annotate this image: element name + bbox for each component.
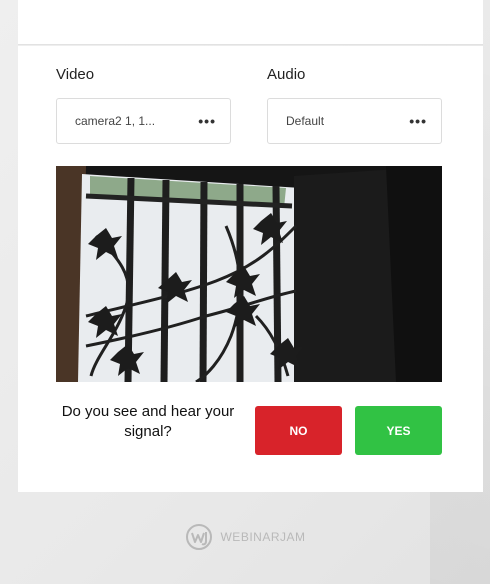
top-panel: [18, 0, 483, 45]
more-icon: •••: [409, 113, 427, 129]
device-check-card: Video Audio camera2 1, 1... ••• Default …: [18, 46, 483, 492]
audio-source-value: Default: [286, 114, 325, 128]
signal-question: Do you see and hear your signal?: [61, 403, 235, 440]
brand-name: WEBINARJAM: [220, 530, 306, 544]
camera-feed-image: [56, 166, 442, 382]
audio-label: Audio: [267, 66, 306, 83]
brand-footer: WEBINARJAM: [0, 522, 490, 552]
no-button[interactable]: NO: [255, 406, 342, 455]
video-source-value: camera2 1, 1...: [75, 114, 156, 128]
camera-preview: [56, 166, 442, 382]
video-label: Video: [56, 66, 95, 83]
audio-source-select[interactable]: Default •••: [267, 98, 442, 144]
yes-button[interactable]: YES: [355, 406, 442, 455]
wj-logo-icon: [186, 524, 213, 550]
more-icon: •••: [198, 113, 216, 129]
video-source-select[interactable]: camera2 1, 1... •••: [56, 98, 231, 144]
